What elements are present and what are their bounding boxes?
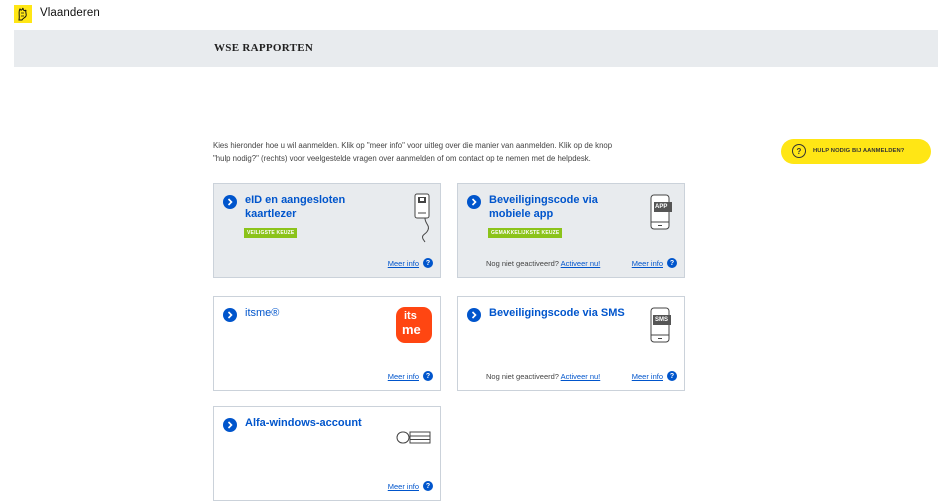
login-option-alfa-windows[interactable]: Alfa-windows-account Meer info ?	[213, 406, 441, 501]
login-option-eid[interactable]: eID en aangesloten kaartlezer VEILIGSTE …	[213, 183, 441, 278]
info-question-icon[interactable]: ?	[423, 371, 433, 381]
meer-info[interactable]: Meer info ?	[388, 371, 433, 381]
itsme-logo: its me	[396, 307, 432, 343]
intro-line-1: Kies hieronder hoe u wil aanmelden. Klik…	[213, 141, 613, 150]
login-option-sms[interactable]: Beveiligingscode via SMS SMS Nog niet ge…	[457, 296, 685, 391]
vlaanderen-lion-logo[interactable]	[14, 5, 32, 23]
option-title[interactable]: Alfa-windows-account	[245, 417, 395, 431]
activation-prompt: Nog niet geactiveerd? Activeer nu!	[486, 259, 600, 268]
activate-now-link[interactable]: Activeer nu!	[561, 372, 601, 381]
info-question-icon[interactable]: ?	[667, 258, 677, 268]
safest-choice-badge: VEILIGSTE KEUZE	[244, 228, 298, 238]
activation-prompt: Nog niet geactiveerd? Activeer nu!	[486, 372, 600, 381]
meer-info-link[interactable]: Meer info	[388, 259, 419, 268]
meer-info-link[interactable]: Meer info	[632, 372, 663, 381]
option-title[interactable]: Beveiligingscode via mobiele app	[489, 194, 629, 221]
option-title[interactable]: eID en aangesloten kaartlezer	[245, 194, 385, 221]
page-title: WSE RAPPORTEN	[214, 42, 314, 54]
chevron-right-icon	[467, 195, 481, 209]
header-band: WSE RAPPORTEN	[14, 30, 938, 67]
chevron-right-icon	[467, 308, 481, 322]
top-bar: Vlaanderen	[0, 0, 938, 29]
login-option-mobile-app[interactable]: Beveiligingscode via mobiele app GEMAKKE…	[457, 183, 685, 278]
help-button[interactable]: ? HULP NODIG BIJ AANMELDEN?	[781, 139, 931, 164]
info-question-icon[interactable]: ?	[667, 371, 677, 381]
intro-text: Kies hieronder hoe u wil aanmelden. Klik…	[213, 139, 693, 165]
option-title[interactable]: Beveiligingscode via SMS	[489, 307, 639, 321]
card-reader-icon	[414, 193, 430, 243]
itsme-logo-bottom: me	[402, 322, 421, 337]
account-card-icon	[396, 431, 431, 444]
chevron-right-icon	[223, 195, 237, 209]
meer-info-link[interactable]: Meer info	[388, 372, 419, 381]
info-question-icon[interactable]: ?	[423, 481, 433, 491]
sms-label: SMS	[655, 317, 669, 323]
help-button-label: HULP NODIG BIJ AANMELDEN?	[813, 148, 905, 154]
meer-info[interactable]: Meer info ?	[388, 481, 433, 491]
brand-name: Vlaanderen	[40, 7, 100, 19]
chevron-right-icon	[223, 418, 237, 432]
meer-info[interactable]: Meer info ?	[632, 258, 677, 268]
meer-info-link[interactable]: Meer info	[632, 259, 663, 268]
meer-info-link[interactable]: Meer info	[388, 482, 419, 491]
meer-info[interactable]: Meer info ?	[632, 371, 677, 381]
phone-app-icon: APP	[648, 194, 674, 237]
itsme-logo-top: its	[404, 310, 417, 322]
question-icon: ?	[792, 144, 806, 158]
phone-sms-icon: SMS	[648, 307, 674, 350]
meer-info[interactable]: Meer info ?	[388, 258, 433, 268]
easiest-choice-badge: GEMAKKELIJKSTE KEUZE	[488, 228, 563, 238]
option-title[interactable]: itsme®	[245, 307, 385, 321]
activate-now-link[interactable]: Activeer nu!	[561, 259, 601, 268]
not-activated-text: Nog niet geactiveerd?	[486, 372, 559, 381]
intro-line-2: "hulp nodig?" (rechts) voor veelgestelde…	[213, 154, 591, 163]
app-label: APP	[655, 204, 668, 210]
info-question-icon[interactable]: ?	[423, 258, 433, 268]
not-activated-text: Nog niet geactiveerd?	[486, 259, 559, 268]
chevron-right-icon	[223, 308, 237, 322]
login-option-itsme[interactable]: itsme® its me Meer info ?	[213, 296, 441, 391]
